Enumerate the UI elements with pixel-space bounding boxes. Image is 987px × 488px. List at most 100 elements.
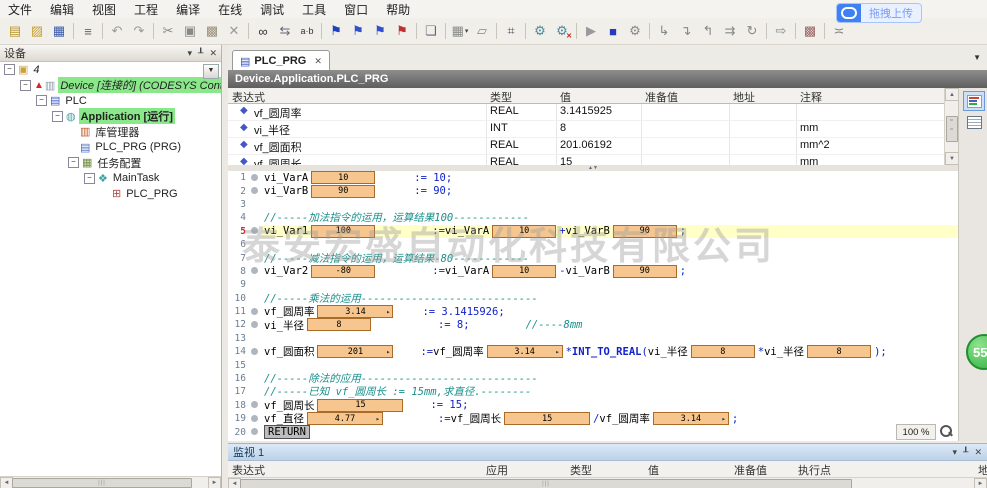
inline-monitor-value[interactable]: 15 bbox=[504, 412, 590, 425]
login-icon[interactable]: ⚙ bbox=[530, 22, 550, 40]
tree-expand-icon[interactable]: − bbox=[84, 173, 95, 184]
step-into-icon[interactable]: ↴ bbox=[676, 22, 696, 40]
incremental-search-icon[interactable]: a·b bbox=[297, 22, 317, 40]
breakpoint-icon[interactable]: ⚙ bbox=[625, 22, 645, 40]
code-line-18[interactable]: 18vf_圆周长15:= 15; bbox=[228, 399, 958, 412]
scroll-down-icon[interactable]: ▼ bbox=[945, 152, 959, 165]
undo-icon[interactable]: ↶ bbox=[107, 22, 127, 40]
inline-monitor-value[interactable]: 201▸ bbox=[317, 345, 393, 358]
tab-close-icon[interactable]: ✕ bbox=[314, 56, 322, 67]
code-line-16[interactable]: 16//-----除法的应用--------------------------… bbox=[228, 372, 958, 385]
panel-dropdown-icon[interactable]: ▾ bbox=[953, 447, 958, 457]
bookmark-next-icon[interactable]: ⚑ bbox=[348, 22, 368, 40]
code-line-1[interactable]: 1vi_VarA10:= 10; bbox=[228, 171, 958, 184]
tree-dropdown-button[interactable]: ▼ bbox=[203, 64, 219, 79]
delete-icon[interactable]: ✕ bbox=[224, 22, 244, 40]
start-icon[interactable]: ▶ bbox=[581, 22, 601, 40]
inline-monitor-value[interactable]: 15 bbox=[317, 399, 403, 412]
code-line-8[interactable]: 8vi_Var2-80:= vi_VarA10 - vi_VarB90 ; bbox=[228, 265, 958, 278]
step-over-icon[interactable]: ↳ bbox=[654, 22, 674, 40]
code-line-20[interactable]: 20RETURN bbox=[228, 425, 958, 438]
inline-monitor-value[interactable]: 90 bbox=[311, 185, 375, 198]
code-line-11[interactable]: 11vf_圆周率3.14▸:= 3.1415926; bbox=[228, 305, 958, 318]
inline-monitor-value[interactable]: 100 bbox=[311, 225, 375, 238]
tabular-declaration-view-button[interactable] bbox=[963, 112, 985, 132]
plc-logic-node[interactable]: −▤PLC bbox=[0, 93, 221, 109]
code-line-15[interactable]: 15 bbox=[228, 358, 958, 371]
workbench-icon[interactable]: ≍ bbox=[829, 22, 849, 40]
tree-expand-icon[interactable]: − bbox=[20, 80, 31, 91]
panel-pin-icon[interactable]: ┸ bbox=[963, 447, 968, 457]
tree-expand-icon[interactable]: − bbox=[52, 111, 63, 122]
menu-item-0[interactable]: 文件 bbox=[8, 1, 32, 18]
code-line-17[interactable]: 17//-----已知 vf_圆周长 := 15mm,求直径.-------- bbox=[228, 385, 958, 398]
tree-expand-icon[interactable]: − bbox=[68, 157, 79, 168]
maintask-plc-prg-node[interactable]: ⊞PLC_PRG bbox=[0, 186, 221, 202]
build-icon[interactable]: ⌗ bbox=[501, 22, 521, 40]
save-icon[interactable]: ▦ bbox=[49, 22, 69, 40]
code-line-3[interactable]: 3 bbox=[228, 198, 958, 211]
editor-zoom-button[interactable]: 100 % bbox=[896, 424, 936, 440]
inline-monitor-value[interactable]: 90 bbox=[613, 265, 677, 278]
watch-column-header-值[interactable]: 值 bbox=[648, 462, 659, 478]
code-line-4[interactable]: 4//-----加法指令的运用，运算结果100------------ bbox=[228, 211, 958, 224]
tree-expand-icon[interactable]: − bbox=[4, 64, 15, 75]
declaration-vscrollbar[interactable]: ▲ == ▼ bbox=[944, 88, 958, 165]
cut-icon[interactable]: ✂ bbox=[158, 22, 178, 40]
next-statement-icon[interactable]: ⇨ bbox=[771, 22, 791, 40]
menu-item-1[interactable]: 编辑 bbox=[50, 1, 74, 18]
inline-monitor-value[interactable]: 3.14▸ bbox=[317, 305, 393, 318]
code-line-5[interactable]: 5vi_Var1100:= vi_VarA10 + vi_VarB90 ; bbox=[228, 225, 958, 238]
menu-item-3[interactable]: 工程 bbox=[134, 1, 158, 18]
devices-hscroll-thumb[interactable]: ||| bbox=[12, 478, 192, 488]
panel-dropdown-icon[interactable]: ▾ bbox=[188, 48, 193, 58]
code-line-12[interactable]: 12vi_半径8:= 8;//----8mm bbox=[228, 318, 958, 331]
flow-control-icon[interactable]: ▩ bbox=[800, 22, 820, 40]
application-node[interactable]: −◍Application [运行] bbox=[0, 109, 221, 125]
watch-column-header-类型[interactable]: 类型 bbox=[570, 462, 592, 478]
print-icon[interactable]: ≡ bbox=[78, 22, 98, 40]
bookmark-prev-icon[interactable]: ⚑ bbox=[370, 22, 390, 40]
find-icon[interactable]: ∞ bbox=[253, 22, 273, 40]
logout-icon[interactable]: ⚙✕ bbox=[552, 22, 572, 40]
inline-monitor-value[interactable]: 90 bbox=[613, 225, 677, 238]
stop-icon[interactable]: ■ bbox=[603, 22, 623, 40]
inline-monitor-value[interactable]: 3.14▸ bbox=[653, 412, 729, 425]
menu-item-2[interactable]: 视图 bbox=[92, 1, 116, 18]
menu-item-9[interactable]: 帮助 bbox=[386, 1, 410, 18]
library-manager-node[interactable]: ▥库管理器 bbox=[0, 124, 221, 140]
copy-icon[interactable]: ▣ bbox=[180, 22, 200, 40]
textual-declaration-view-button[interactable] bbox=[963, 91, 985, 111]
scroll-up-icon[interactable]: ▲ bbox=[945, 88, 959, 101]
code-line-10[interactable]: 10//-----乘法的运用--------------------------… bbox=[228, 292, 958, 305]
code-line-6[interactable]: 6 bbox=[228, 238, 958, 251]
drag-upload-button[interactable]: 拖拽上传 bbox=[836, 3, 922, 23]
new-file-icon[interactable]: ▤ bbox=[5, 22, 25, 40]
watch-hscroll-thumb[interactable]: ||| bbox=[240, 479, 852, 488]
inline-monitor-value[interactable]: 10 bbox=[492, 265, 556, 278]
inline-monitor-value[interactable]: 3.14▸ bbox=[487, 345, 563, 358]
inline-monitor-value[interactable]: 10 bbox=[492, 225, 556, 238]
reset-icon[interactable]: ↻ bbox=[742, 22, 762, 40]
screens-icon[interactable]: ❏ bbox=[421, 22, 441, 40]
watch-variable-row[interactable]: ◆vi_半径INT8mm bbox=[228, 120, 944, 138]
catalog-icon[interactable]: ▦▾ bbox=[450, 22, 470, 40]
code-line-2[interactable]: 2vi_VarB90:= 90; bbox=[228, 184, 958, 197]
panel-close-icon[interactable]: ✕ bbox=[974, 447, 982, 457]
magnifier-icon[interactable] bbox=[938, 423, 954, 439]
tab-plc-prg[interactable]: ▤ PLC_PRG ✕ bbox=[232, 50, 330, 71]
scroll-right-icon[interactable]: ► bbox=[208, 477, 221, 488]
dropdown-arrow-icon[interactable]: ▾ bbox=[465, 27, 469, 35]
new-object-icon[interactable]: ▱ bbox=[472, 22, 492, 40]
inline-monitor-value[interactable]: 8 bbox=[807, 345, 871, 358]
project-root[interactable]: −▣4 bbox=[0, 62, 221, 78]
menu-item-8[interactable]: 窗口 bbox=[344, 1, 368, 18]
watch-hscrollbar[interactable]: ◄ ||| ► bbox=[228, 477, 987, 488]
task-config-node[interactable]: −▦任务配置 bbox=[0, 155, 221, 171]
watch-column-header-表达式[interactable]: 表达式 bbox=[232, 462, 265, 478]
panel-close-icon[interactable]: ✕ bbox=[209, 48, 217, 58]
inline-monitor-value[interactable]: -80 bbox=[311, 265, 375, 278]
menu-item-5[interactable]: 在线 bbox=[218, 1, 242, 18]
bookmark-clear-icon[interactable]: ⚑ bbox=[392, 22, 412, 40]
bookmark-toggle-icon[interactable]: ⚑ bbox=[326, 22, 346, 40]
